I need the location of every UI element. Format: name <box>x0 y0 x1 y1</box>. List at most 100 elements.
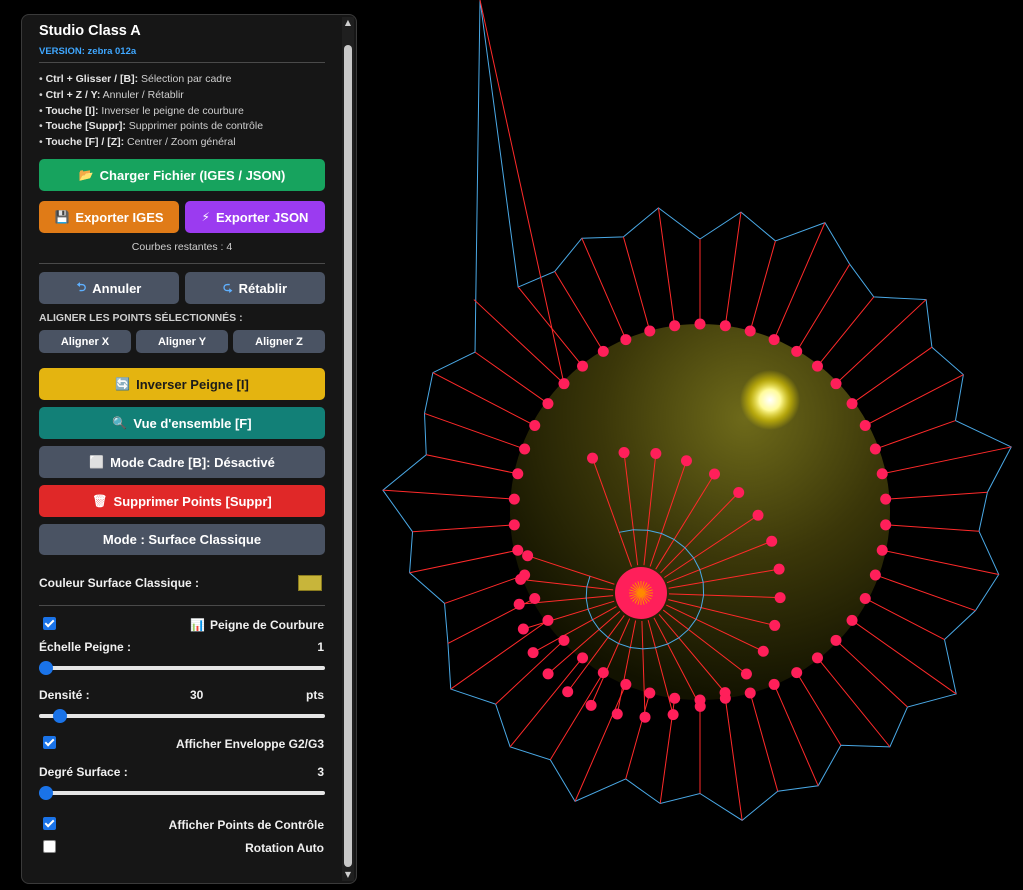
control-point[interactable] <box>618 447 630 459</box>
control-point[interactable] <box>791 667 803 679</box>
control-point[interactable] <box>766 535 778 547</box>
control-point[interactable] <box>876 468 888 480</box>
scroll-thumb[interactable] <box>344 45 352 867</box>
export-iges-button[interactable]: 💾 Exporter IGES <box>39 201 179 233</box>
control-point[interactable] <box>876 544 888 556</box>
control-point[interactable] <box>709 468 721 480</box>
control-point[interactable] <box>768 678 780 690</box>
control-point[interactable] <box>542 614 554 626</box>
scroll-up-arrow-icon[interactable]: ▲ <box>342 17 354 29</box>
control-point[interactable] <box>508 519 520 531</box>
control-point[interactable] <box>558 634 570 646</box>
control-point[interactable] <box>522 550 534 562</box>
control-point[interactable] <box>811 360 823 372</box>
panel-title: Studio Class A <box>39 23 141 39</box>
control-point[interactable] <box>585 699 597 711</box>
control-point[interactable] <box>515 573 527 585</box>
control-point[interactable] <box>694 318 706 330</box>
control-point[interactable] <box>859 592 871 604</box>
control-point[interactable] <box>512 468 524 480</box>
control-point[interactable] <box>669 692 681 704</box>
control-point[interactable] <box>859 420 871 432</box>
control-panel[interactable]: ▲ ▼ Studio Class A VERSION: zebra 012a •… <box>21 14 357 884</box>
control-point[interactable] <box>587 452 599 464</box>
control-point[interactable] <box>773 563 785 575</box>
comb-line <box>724 698 743 821</box>
control-points-checkbox[interactable] <box>43 817 56 830</box>
control-point[interactable] <box>529 592 541 604</box>
control-point[interactable] <box>744 325 756 337</box>
control-point[interactable] <box>869 443 881 455</box>
redo-button[interactable]: ⮎ Rétablir <box>185 272 325 304</box>
control-point[interactable] <box>757 645 769 657</box>
control-point[interactable] <box>667 709 679 721</box>
export-json-button[interactable]: ⚡ Exporter JSON <box>185 201 325 233</box>
frame-mode-button[interactable]: ⬜ Mode Cadre [B]: Désactivé <box>39 446 325 478</box>
control-point[interactable] <box>529 420 541 432</box>
control-point[interactable] <box>880 493 892 505</box>
delete-points-button[interactable]: 🗑 Supprimer Points [Suppr] <box>39 485 325 517</box>
slider-thumb[interactable] <box>39 661 53 675</box>
control-point[interactable] <box>644 687 656 699</box>
surface-degree-slider[interactable] <box>39 786 325 800</box>
control-point[interactable] <box>517 623 529 635</box>
slider-thumb[interactable] <box>39 786 53 800</box>
control-point[interactable] <box>644 325 656 337</box>
control-point[interactable] <box>650 447 662 459</box>
density-slider[interactable] <box>39 709 325 723</box>
control-point[interactable] <box>694 700 706 712</box>
control-point[interactable] <box>620 678 632 690</box>
align-z-button[interactable]: Aligner Z <box>233 330 325 353</box>
control-point[interactable] <box>719 320 731 332</box>
control-point[interactable] <box>639 711 651 723</box>
control-point[interactable] <box>719 687 731 699</box>
control-point[interactable] <box>769 619 781 631</box>
control-point[interactable] <box>680 455 692 467</box>
control-point[interactable] <box>597 345 609 357</box>
control-point[interactable] <box>562 686 574 698</box>
control-point[interactable] <box>508 493 520 505</box>
control-point[interactable] <box>558 378 570 390</box>
control-point[interactable] <box>752 509 764 521</box>
control-point[interactable] <box>597 667 609 679</box>
control-point[interactable] <box>869 569 881 581</box>
surface-color-picker[interactable] <box>298 575 322 591</box>
control-point[interactable] <box>830 378 842 390</box>
envelope-checkbox[interactable] <box>43 736 56 749</box>
control-point[interactable] <box>519 443 531 455</box>
control-point[interactable] <box>527 647 539 659</box>
surface-mode-button[interactable]: Mode : Surface Classique <box>39 524 325 555</box>
control-point[interactable] <box>740 668 752 680</box>
control-point[interactable] <box>577 652 589 664</box>
control-point[interactable] <box>774 592 786 604</box>
control-point[interactable] <box>811 652 823 664</box>
panel-scrollbar[interactable]: ▲ ▼ <box>342 17 354 881</box>
control-point[interactable] <box>830 634 842 646</box>
control-point[interactable] <box>880 519 892 531</box>
control-point[interactable] <box>512 544 524 556</box>
control-point[interactable] <box>620 334 632 346</box>
comb-scale-slider[interactable] <box>39 661 325 675</box>
control-point[interactable] <box>542 668 554 680</box>
align-x-button[interactable]: Aligner X <box>39 330 131 353</box>
control-point[interactable] <box>846 614 858 626</box>
control-point[interactable] <box>733 487 745 499</box>
control-point[interactable] <box>846 398 858 410</box>
comb-checkbox[interactable] <box>43 617 56 630</box>
control-point[interactable] <box>513 598 525 610</box>
control-point[interactable] <box>744 687 756 699</box>
control-point[interactable] <box>577 360 589 372</box>
control-point[interactable] <box>542 398 554 410</box>
slider-thumb[interactable] <box>52 709 67 723</box>
control-point[interactable] <box>791 345 803 357</box>
align-y-button[interactable]: Aligner Y <box>136 330 228 353</box>
undo-button[interactable]: ⮌ Annuler <box>39 272 179 304</box>
scroll-down-arrow-icon[interactable]: ▼ <box>342 869 354 881</box>
overview-button[interactable]: 🔍 Vue d'ensemble [F] <box>39 407 325 439</box>
load-file-button[interactable]: 📂 Charger Fichier (IGES / JSON) <box>39 159 325 191</box>
control-point[interactable] <box>611 708 623 720</box>
control-point[interactable] <box>669 320 681 332</box>
control-point[interactable] <box>768 334 780 346</box>
invert-comb-button[interactable]: 🔄 Inverser Peigne [I] <box>39 368 325 400</box>
auto-rotate-checkbox[interactable] <box>43 840 56 853</box>
